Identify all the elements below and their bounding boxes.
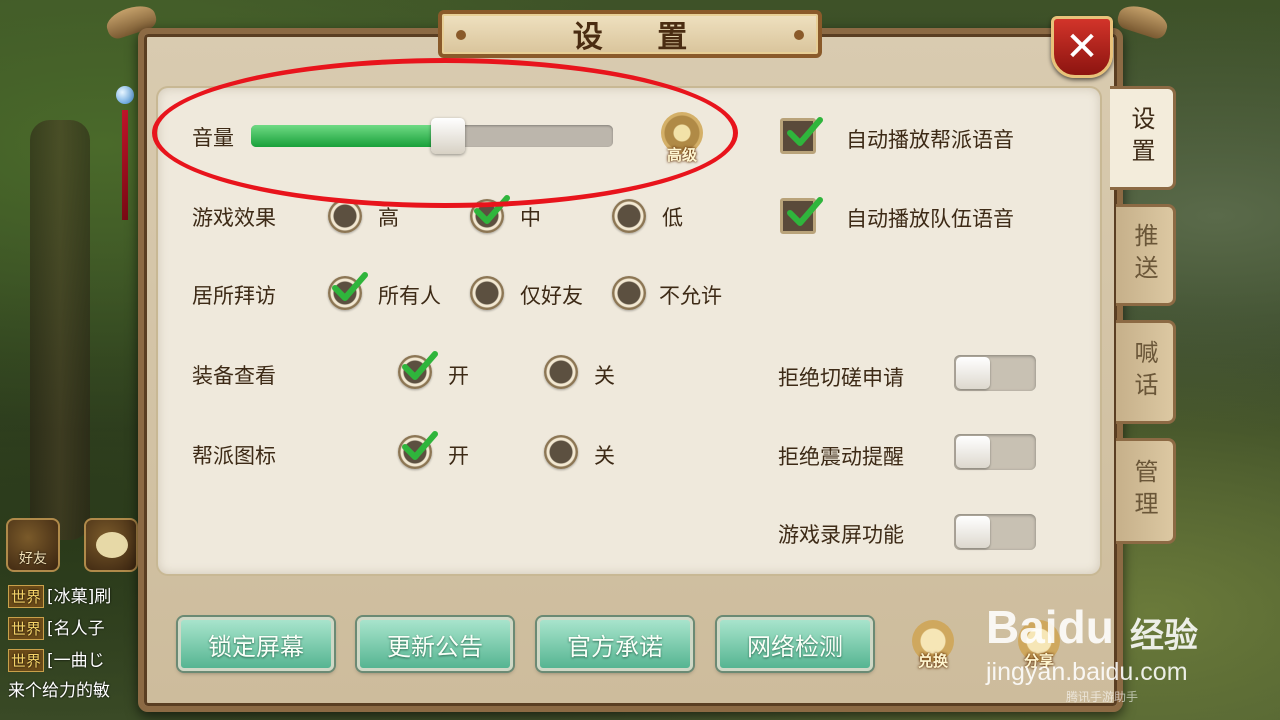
close-button[interactable]: ✕ — [1051, 16, 1113, 78]
chat-text: [冰菓]刷 — [47, 587, 112, 607]
checkmark-icon — [402, 431, 438, 460]
advanced-label: 高级 — [666, 146, 697, 164]
chat-text: 来个给力的敏 — [8, 681, 110, 701]
refuse-duel-label: 拒绝切磋申请 — [778, 366, 904, 390]
share-button[interactable]: 分享 — [1014, 620, 1064, 674]
refuse-vibrate-label: 拒绝震动提醒 — [778, 445, 904, 469]
auto-play-guild-voice-checkbox[interactable] — [780, 117, 823, 154]
dialog-title: 设 置 — [572, 20, 710, 55]
volume-slider-fill — [251, 125, 449, 147]
guild-icon-option-off[interactable] — [544, 435, 578, 469]
auto-play-guild-voice-label: 自动播放帮派语音 — [846, 128, 1014, 152]
checkmark-icon — [474, 195, 510, 224]
title-ornament-icon — [456, 30, 466, 40]
home-visit-option-everyone[interactable] — [328, 272, 368, 310]
tab-manage[interactable]: 管理 — [1116, 438, 1176, 544]
close-icon: ✕ — [1065, 24, 1099, 70]
redeem-button[interactable]: 兑换 — [908, 620, 958, 674]
graphics-option-medium-label: 中 — [520, 206, 541, 230]
checkmark-icon — [787, 197, 823, 226]
toggle-knob — [956, 516, 990, 548]
graphics-option-high[interactable] — [328, 199, 362, 233]
checkmark-icon — [332, 272, 368, 301]
title-ornament-icon — [794, 30, 804, 40]
chat-channel-badge: 世界 — [8, 649, 45, 672]
chat-line[interactable]: 世界 [名人子 — [8, 614, 138, 640]
friends-label: 好友 — [19, 551, 47, 567]
lock-screen-button[interactable]: 锁定屏幕 — [178, 617, 334, 671]
home-visit-option-friends[interactable] — [470, 276, 504, 310]
chat-line[interactable]: 世界 [一曲じ — [8, 646, 138, 672]
dialog-title-plate: 设 置 — [438, 10, 822, 58]
graphics-option-low[interactable] — [612, 199, 646, 233]
volume-slider[interactable] — [251, 118, 613, 154]
pendant-bead — [116, 86, 134, 104]
redeem-label: 兑换 — [917, 652, 948, 670]
chat-bubble-icon — [96, 532, 128, 558]
equip-view-option-off-label: 关 — [594, 364, 615, 388]
equip-view-label: 装备查看 — [192, 364, 276, 388]
chat-channel-badge: 世界 — [8, 617, 45, 640]
home-visit-option-none[interactable] — [612, 276, 646, 310]
update-notice-button[interactable]: 更新公告 — [357, 617, 513, 671]
refuse-duel-toggle[interactable] — [954, 355, 1036, 391]
home-visit-label: 居所拜访 — [192, 284, 276, 308]
tab-push[interactable]: 推送 — [1116, 204, 1176, 306]
auto-play-team-voice-label: 自动播放队伍语音 — [846, 207, 1014, 231]
checkmark-icon — [787, 117, 823, 146]
graphics-option-low-label: 低 — [662, 206, 683, 230]
guild-icon-option-on[interactable] — [398, 431, 438, 469]
home-visit-option-none-label: 不允许 — [659, 284, 722, 308]
screen-record-label: 游戏录屏功能 — [778, 523, 904, 547]
volume-label: 音量 — [192, 126, 234, 150]
screen-record-toggle[interactable] — [954, 514, 1036, 550]
advanced-settings-button[interactable]: 高级 — [659, 112, 705, 164]
volume-slider-thumb[interactable] — [431, 118, 466, 154]
graphics-option-high-label: 高 — [378, 206, 399, 230]
guild-icon-label: 帮派图标 — [192, 444, 276, 468]
chat-channel-badge: 世界 — [8, 585, 45, 608]
chat-bubble-button[interactable] — [84, 518, 138, 572]
checkmark-icon — [402, 351, 438, 380]
equip-view-option-off[interactable] — [544, 355, 578, 389]
toggle-knob — [956, 436, 990, 468]
graphics-option-medium[interactable] — [470, 195, 510, 233]
jade-pendant-decoration — [116, 40, 134, 220]
pendant-tassel — [122, 110, 128, 220]
home-visit-option-everyone-label: 所有人 — [378, 284, 441, 308]
tab-broadcast[interactable]: 喊话 — [1116, 320, 1176, 424]
background-tree — [30, 120, 90, 540]
chat-line[interactable]: 来个给力的敏 — [8, 676, 138, 702]
share-label: 分享 — [1023, 652, 1054, 670]
official-promise-button[interactable]: 官方承诺 — [537, 617, 693, 671]
equip-view-option-on[interactable] — [398, 351, 438, 389]
refuse-vibrate-toggle[interactable] — [954, 434, 1036, 470]
tab-settings[interactable]: 设置 — [1110, 86, 1176, 190]
chat-line[interactable]: 世界 [冰菓]刷 — [8, 582, 138, 608]
guild-icon-option-off-label: 关 — [594, 444, 615, 468]
graphics-label: 游戏效果 — [192, 206, 276, 230]
friends-button[interactable]: 好友 — [6, 518, 60, 572]
toggle-knob — [956, 357, 990, 389]
guild-icon-option-on-label: 开 — [448, 444, 469, 468]
settings-content-panel — [158, 88, 1100, 574]
equip-view-option-on-label: 开 — [448, 364, 469, 388]
chat-text: [一曲じ — [47, 651, 105, 671]
network-check-button[interactable]: 网络检测 — [717, 617, 873, 671]
home-visit-option-friends-label: 仅好友 — [520, 284, 583, 308]
chat-text: [名人子 — [47, 619, 105, 639]
auto-play-team-voice-checkbox[interactable] — [780, 197, 823, 234]
